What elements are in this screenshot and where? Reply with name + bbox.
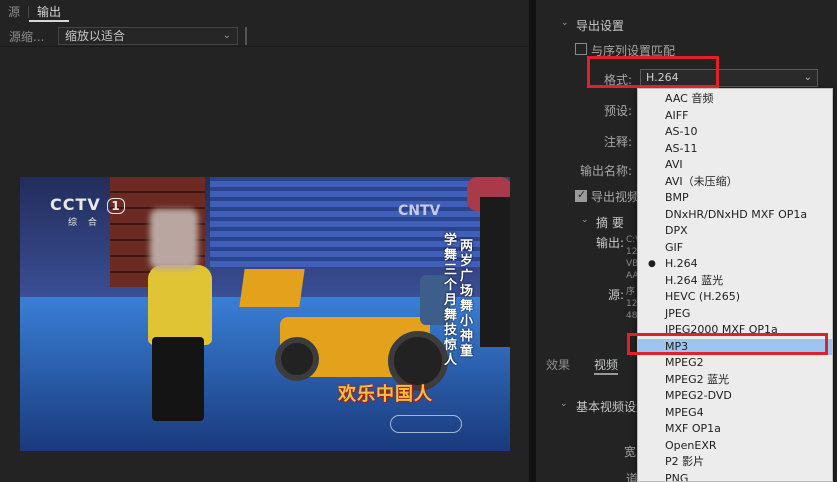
source-scaling-label: 源缩... [9,29,45,44]
chevron-down-icon: ⌄ [803,72,812,83]
tab-effects[interactable]: 效果 [546,356,570,373]
child-pants [152,337,204,421]
show-title-logo: 欢乐中国人 [338,384,433,405]
chevron-down-icon[interactable]: ⌄ [581,215,589,225]
cctv-logo: CCTV 1 [50,195,125,214]
tab-video[interactable]: 视频 [594,356,619,375]
channel-badge [390,415,462,433]
child-head-blurred [150,209,198,269]
format-option[interactable]: AVI [638,157,832,174]
source-scaling-value: 缩放以适合 [65,29,126,43]
chevron-down-icon: ⌄ [222,30,231,41]
comment-label: 注释: [604,135,633,149]
video-preview-frame[interactable]: CCTV 1 综 合 CNTV 两岁广场舞小神童 学舞三个月舞技惊人 欢乐中国人 [20,177,510,451]
format-option[interactable]: P2 影片 [638,454,832,471]
format-option[interactable]: JPEG [638,306,832,323]
caption-vertical-right: 两岁广场舞小神童 [460,239,474,359]
selected-bullet-icon: ● [648,259,656,269]
summary-title: 摘 要 [596,216,624,230]
format-option[interactable]: OpenEXR [638,438,832,455]
caption-vertical-left: 学舞三个月舞技惊人 [444,233,458,368]
chevron-down-icon[interactable]: ⌄ [561,18,569,28]
format-option[interactable]: DNxHR/DNxHD MXF OP1a [638,207,832,224]
format-option[interactable]: AS-10 [638,124,832,141]
format-option[interactable]: HEVC (H.265) [638,289,832,306]
toolbar-divider [0,46,529,47]
source-scaling-row: 源缩... 缩放以适合 ⌄ [0,26,238,46]
tab-output[interactable]: 输出 [29,2,70,22]
format-option[interactable]: MXF OP1a [638,421,832,438]
format-option[interactable]: AS-11 [638,141,832,158]
output-preview-panel: 源 输出 源缩... 缩放以适合 ⌄ CCTV 1 综 合 CNTV 两岁广场舞… [0,0,529,482]
match-sequence-checkbox[interactable] [575,43,587,55]
format-option[interactable]: MPEG2 蓝光 [638,372,832,389]
cntv-watermark: CNTV [398,203,441,219]
section-title-export-settings: 导出设置 [576,19,625,33]
format-option[interactable]: GIF [638,240,832,257]
format-option-selected[interactable]: ● H.264 [638,256,832,273]
format-option[interactable]: AIFF [638,108,832,125]
export-video-checkbox[interactable] [575,188,587,202]
preview-tabs: 源 输出 [0,0,529,24]
format-option[interactable]: MPEG2-DVD [638,388,832,405]
format-option[interactable]: MPEG2 [638,355,832,372]
format-option[interactable]: MPEG4 [638,405,832,422]
annotation-box-mp3 [627,333,828,355]
format-option[interactable]: AVI（未压缩） [638,174,832,191]
format-dropdown-list[interactable]: AAC 音频 AIFF AS-10 AS-11 AVI AVI（未压缩） BMP… [637,88,833,482]
crop-tool-separator [245,27,247,45]
format-option[interactable]: H.264 蓝光 [638,273,832,290]
format-option[interactable]: PNG [638,471,832,482]
tab-source[interactable]: 源 [0,2,28,22]
format-option[interactable]: BMP [638,190,832,207]
summary-source-label: 源: [608,288,625,302]
toy-tractor-bucket [239,269,305,307]
output-name-label: 输出名称: [580,164,633,178]
preset-label: 预设: [604,104,633,118]
format-option[interactable]: AAC 音频 [638,91,832,108]
format-option[interactable]: DPX [638,223,832,240]
summary-output-label: 输出: [596,236,625,250]
toy-tractor-front-wheel [275,337,319,381]
width-label-partial: 宽 [624,445,637,459]
child-shirt [148,265,212,345]
export-video-label: 导出视频 [591,190,640,204]
chevron-down-icon[interactable]: ⌄ [560,399,568,409]
presenter-legs [480,197,510,347]
cctv-channel-text: 综 合 [68,218,101,228]
source-scaling-select[interactable]: 缩放以适合 ⌄ [58,27,238,45]
panel-divider[interactable] [529,0,536,482]
annotation-box-format [587,56,719,88]
